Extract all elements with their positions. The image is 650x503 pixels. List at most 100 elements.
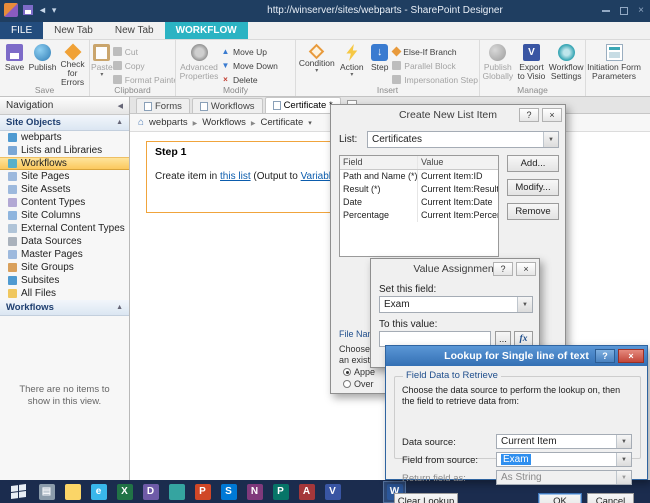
quick-save-icon[interactable] — [23, 5, 33, 15]
ribbon-tab[interactable]: New Tab — [43, 22, 104, 39]
taskbar-file-explorer[interactable] — [61, 481, 84, 503]
this-list-link[interactable]: this list — [220, 171, 251, 182]
field-value-table[interactable]: Field Value Path and Name (*) Current It… — [339, 155, 499, 257]
qat-dropdown-icon[interactable]: ▾ — [52, 3, 57, 17]
advanced-properties-button[interactable]: Advanced Properties — [177, 42, 221, 81]
ok-button[interactable]: OK — [538, 493, 582, 503]
site-objects-header[interactable]: Site Objects ▲ — [0, 115, 129, 131]
add-button[interactable]: Add... — [507, 155, 559, 172]
ribbon-tab[interactable]: FILE — [0, 22, 44, 39]
breadcrumb-item[interactable]: Workflows — [202, 117, 255, 128]
taskbar-access[interactable]: A — [295, 481, 318, 503]
collapse-nav-icon[interactable]: ◀ — [118, 102, 123, 110]
close-button[interactable]: × — [638, 6, 644, 16]
nav-item[interactable]: Data Sources — [0, 235, 129, 248]
taskbar-publisher[interactable]: P — [269, 481, 292, 503]
table-row[interactable]: Percentage Current Item:Percentage — [340, 209, 498, 222]
nav-item[interactable]: External Content Types — [0, 222, 129, 235]
set-field-dropdown-icon[interactable]: ▼ — [517, 297, 532, 312]
copy-button[interactable]: Copy — [112, 59, 175, 72]
app-icon[interactable] — [4, 3, 18, 17]
maximize-button[interactable] — [620, 7, 629, 15]
taskbar-onenote[interactable]: N — [243, 481, 266, 503]
taskbar-excel[interactable]: X — [113, 481, 136, 503]
taskbar-visio[interactable]: V — [321, 481, 344, 503]
cancel-button[interactable]: Cancel — [587, 493, 634, 503]
table-row[interactable]: Date Current Item:Date — [340, 196, 498, 209]
nav-item[interactable]: Workflows — [0, 157, 129, 170]
condition-button[interactable]: Condition ▾ — [297, 42, 337, 74]
overwrite-radio-icon[interactable] — [343, 380, 351, 388]
lookup-dialog: Lookup for Single line of text ? × Field… — [385, 345, 648, 503]
action-button[interactable]: Action ▾ — [337, 42, 368, 78]
nav-item[interactable]: Site Assets — [0, 183, 129, 196]
help-button[interactable]: ? — [493, 262, 513, 276]
document-tab[interactable]: Forms — [136, 98, 190, 113]
ribbon-tab[interactable]: WORKFLOW — [164, 22, 248, 39]
lookup-dialog-title-bar[interactable]: Lookup for Single line of text ? × — [386, 346, 647, 366]
workflow-settings-button[interactable]: Workflow Settings — [548, 42, 584, 81]
list-combobox-dropdown-icon[interactable]: ▼ — [543, 132, 558, 147]
nav-item[interactable]: Subsites — [0, 274, 129, 287]
modify-button[interactable]: Modify... — [507, 179, 559, 196]
clear-lookup-button[interactable]: Clear Lookup — [394, 493, 458, 503]
export-to-visio-button[interactable]: V Export to Visio — [515, 42, 549, 81]
start-button[interactable] — [5, 480, 31, 503]
parallel-block-button[interactable]: Parallel Block — [392, 59, 478, 72]
nav-item[interactable]: Content Types — [0, 196, 129, 209]
breadcrumb-item[interactable]: Certificate — [261, 117, 304, 128]
data-source-dropdown-icon[interactable]: ▼ — [616, 435, 631, 448]
breadcrumb-item[interactable]: webparts — [149, 117, 197, 128]
minimize-button[interactable] — [602, 10, 611, 12]
check-for-errors-button[interactable]: Check for Errors — [57, 42, 88, 87]
document-tab[interactable]: Workflows — [191, 98, 263, 113]
taskbar-powerpoint[interactable]: P — [191, 481, 214, 503]
breadcrumb-dropdown-icon[interactable]: ▾ — [308, 119, 312, 127]
taskbar-apps: ▤ e X D P S N P A V W — [35, 480, 406, 503]
publish-globally-button[interactable]: Publish Globally — [481, 42, 515, 81]
nav-item[interactable]: webparts — [0, 131, 129, 144]
data-source-combobox[interactable]: Current Item ▼ — [496, 434, 632, 449]
undo-icon[interactable]: ◄ — [38, 3, 47, 17]
save-button[interactable]: Save — [1, 42, 28, 72]
set-field-combobox[interactable]: Exam ▼ — [379, 296, 533, 313]
create-item-dialog-title-bar[interactable]: Create New List Item ? × — [331, 105, 565, 125]
workflows-collapse-icon[interactable]: ▲ — [116, 304, 123, 311]
paste-button[interactable]: Paste ▾ — [91, 42, 113, 78]
value-assignment-title-bar[interactable]: Value Assignment ? × — [371, 259, 539, 279]
step-button[interactable]: ↓ Step — [367, 42, 392, 72]
else-if-branch-button[interactable]: Else-If Branch — [391, 45, 478, 58]
taskbar-server-manager[interactable]: ▤ — [35, 481, 58, 503]
nav-item[interactable]: Lists and Libraries — [0, 144, 129, 157]
close-dialog-button[interactable]: × — [542, 108, 562, 122]
field-from-source-dropdown-icon[interactable]: ▼ — [616, 453, 631, 466]
help-button[interactable]: ? — [595, 349, 615, 363]
nav-item[interactable]: Master Pages — [0, 248, 129, 261]
ribbon-tab[interactable]: New Tab — [104, 22, 165, 39]
cut-button[interactable]: Cut — [112, 45, 175, 58]
taskbar-app-teal[interactable] — [165, 481, 188, 503]
sharepoint-designer-window: ◄ ▾ http://winserver/sites/webparts - Sh… — [0, 0, 650, 503]
table-row[interactable]: Path and Name (*) Current Item:ID — [340, 170, 498, 183]
nav-item[interactable]: All Files — [0, 287, 129, 300]
help-button[interactable]: ? — [519, 108, 539, 122]
site-objects-collapse-icon[interactable]: ▲ — [116, 119, 123, 126]
move-down-button[interactable]: ▼ Move Down — [221, 59, 278, 72]
list-combobox[interactable]: Certificates ▼ — [367, 131, 559, 148]
taskbar-lync[interactable]: S — [217, 481, 240, 503]
nav-item[interactable]: Site Columns — [0, 209, 129, 222]
close-dialog-button[interactable]: × — [618, 349, 644, 363]
close-dialog-button[interactable]: × — [516, 262, 536, 276]
publish-button[interactable]: Publish — [28, 42, 57, 72]
append-radio-icon[interactable] — [343, 368, 351, 376]
initiation-form-parameters-button[interactable]: Initiation Form Parameters — [587, 42, 641, 81]
move-up-button[interactable]: ▲ Move Up — [221, 45, 278, 58]
taskbar-internet-explorer[interactable]: e — [87, 481, 110, 503]
taskbar-sharepoint-designer[interactable]: D — [139, 481, 162, 503]
nav-item[interactable]: Site Pages — [0, 170, 129, 183]
workflows-section-header[interactable]: Workflows ▲ — [0, 300, 129, 316]
nav-item[interactable]: Site Groups — [0, 261, 129, 274]
field-from-source-combobox[interactable]: Exam ▼ — [496, 452, 632, 467]
table-row[interactable]: Result (*) Current Item:Result — [340, 183, 498, 196]
remove-button[interactable]: Remove — [507, 203, 559, 220]
